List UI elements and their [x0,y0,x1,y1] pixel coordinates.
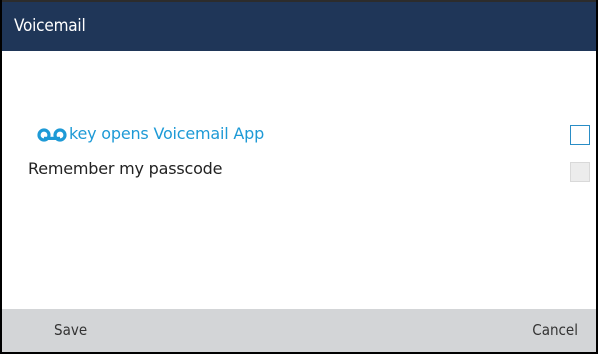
remember-passcode-label: Remember my passcode [28,159,223,178]
title-bar: Voicemail [2,0,596,51]
page-title: Voicemail [14,16,86,36]
save-button[interactable]: Save [54,321,87,339]
remember-passcode-option-row[interactable]: Remember my passcode [2,156,596,188]
voicemail-settings-screen: Voicemail key opens Voicemail App Rememb… [0,0,598,354]
voicemail-key-option-row[interactable]: key opens Voicemail App [2,120,596,152]
remember-passcode-checkbox[interactable] [570,162,590,182]
voicemail-key-checkbox[interactable] [570,125,590,145]
voicemail-key-label: key opens Voicemail App [69,124,265,143]
softkey-bar: Save Cancel [2,309,596,352]
voicemail-icon [37,127,67,142]
cancel-button[interactable]: Cancel [532,321,578,339]
